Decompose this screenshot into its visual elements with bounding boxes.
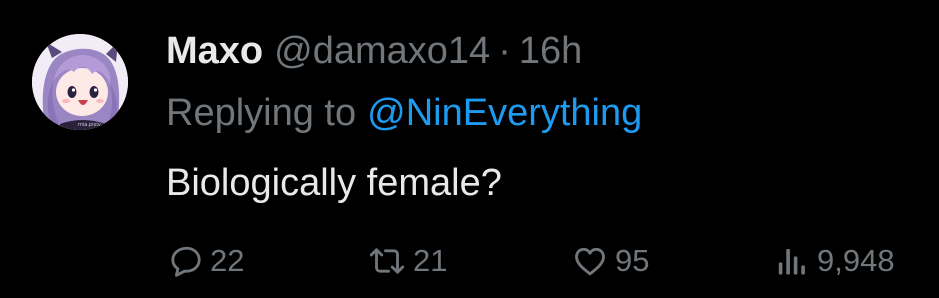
user-handle[interactable]: @damaxo14	[274, 26, 490, 76]
separator-dot: ·	[498, 30, 511, 72]
tweet-header: Maxo @damaxo14 · 16h	[166, 26, 582, 76]
retweet-button[interactable]: 21	[367, 236, 447, 286]
action-bar: 22 21 95 9,948	[0, 236, 939, 286]
timestamp[interactable]: 16h	[519, 26, 582, 76]
retweet-icon	[367, 243, 407, 279]
avatar-image: mia.pixiv	[32, 34, 128, 130]
avatar[interactable]: mia.pixiv	[32, 34, 128, 130]
tweet[interactable]: mia.pixiv Maxo @damaxo14 · 16h Replying …	[0, 0, 939, 298]
replying-to-label: Replying to	[166, 92, 357, 134]
reply-button[interactable]: 22	[168, 236, 244, 286]
replying-to-handle[interactable]: @NinEverything	[367, 92, 642, 134]
retweet-count: 21	[413, 243, 448, 278]
like-button[interactable]: 95	[571, 236, 649, 286]
replying-to: Replying to @NinEverything	[166, 88, 642, 138]
views-button[interactable]: 9,948	[773, 236, 895, 286]
views-count: 9,948	[817, 243, 895, 278]
reply-count: 22	[210, 243, 245, 278]
tweet-text: Biologically female?	[166, 162, 502, 204]
reply-bubble-icon	[168, 243, 204, 279]
views-chart-icon	[773, 243, 811, 279]
avatar-watermark: mia.pixiv	[78, 122, 101, 128]
like-count: 95	[615, 243, 650, 278]
heart-icon	[571, 243, 609, 279]
display-name[interactable]: Maxo	[166, 26, 263, 76]
